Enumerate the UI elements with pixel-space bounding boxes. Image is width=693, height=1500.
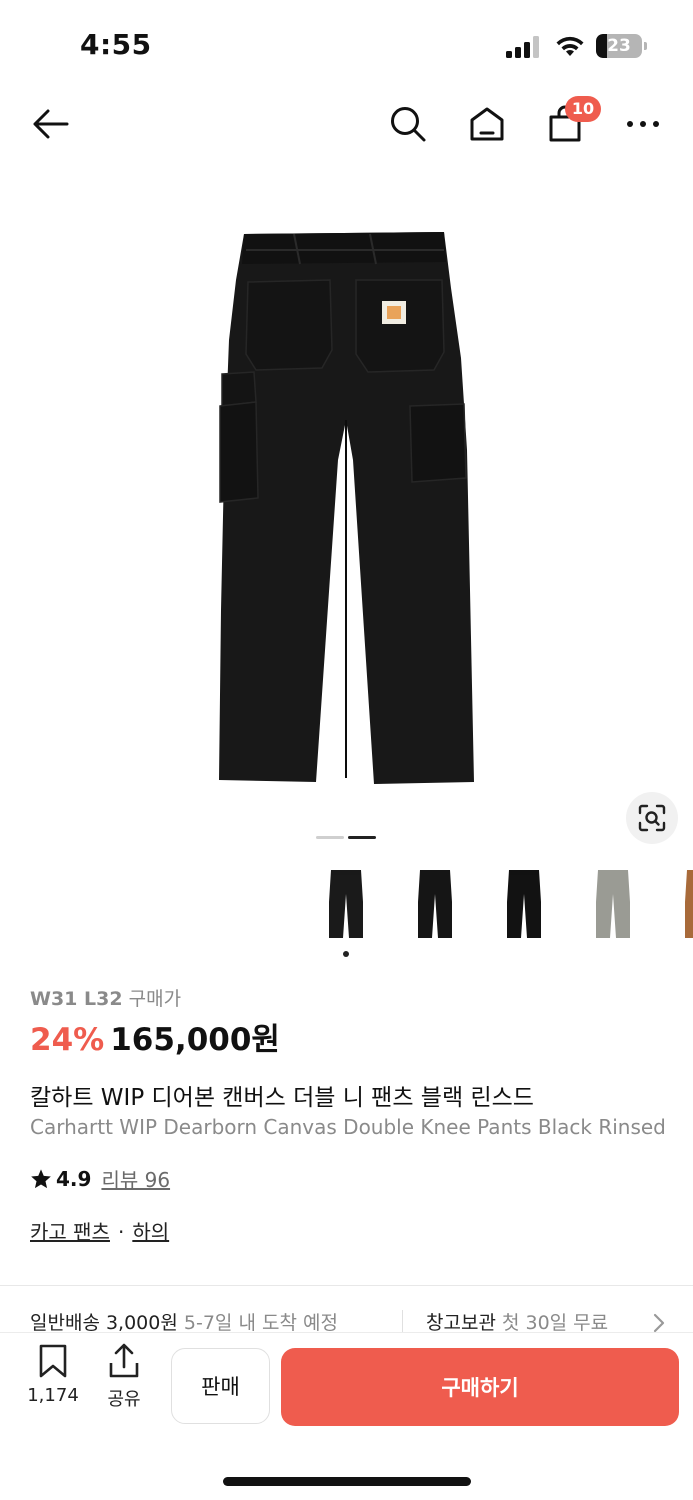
buy-button[interactable]: 구매하기: [281, 1348, 679, 1426]
back-arrow-icon[interactable]: [28, 102, 72, 146]
review-link[interactable]: 리뷰 96: [101, 1164, 170, 1193]
cellular-signal-icon: [506, 36, 539, 58]
size-suffix: 구매가: [128, 988, 182, 1010]
price-row: 24% 165,000원: [30, 1014, 280, 1059]
storage-label: 창고보관: [426, 1312, 496, 1334]
category-link-cargo-pants[interactable]: 카고 팬츠: [30, 1220, 110, 1244]
home-indicator: [223, 1477, 471, 1486]
status-time: 4:55: [80, 28, 152, 61]
selected-thumbnail-dot: [343, 951, 349, 957]
status-bar: 4:55 23: [0, 0, 693, 88]
category-separator: ·: [117, 1220, 125, 1244]
carousel-segment: [348, 836, 376, 839]
section-divider: [0, 1285, 693, 1286]
price-value: 165,000원: [110, 1022, 280, 1058]
product-name-en: Carhartt WIP Dearborn Canvas Double Knee…: [30, 1115, 666, 1139]
cart-count-badge: 10: [565, 96, 601, 122]
wishlist-button[interactable]: 1,174: [23, 1343, 83, 1406]
star-icon: [31, 1168, 51, 1188]
category-link-bottoms[interactable]: 하의: [132, 1220, 169, 1244]
storage-note: 첫 30일 무료: [501, 1312, 609, 1334]
discount-rate: 24%: [30, 1022, 105, 1058]
wifi-icon: [556, 36, 584, 56]
size-price-label: W31 L32 구매가: [30, 984, 181, 1011]
chevron-right-icon: [653, 1313, 665, 1333]
thumbnail-black-pants-back[interactable]: [316, 862, 376, 946]
product-name-ko: 칼하트 WIP 디어본 캔버스 더블 니 팬츠 블랙 린스드: [30, 1085, 534, 1111]
delivery-separator: [402, 1310, 403, 1332]
more-icon[interactable]: [621, 102, 665, 146]
carousel-segment: [316, 836, 344, 839]
lens-icon: [638, 804, 666, 832]
thumbnail-grey-pants[interactable]: [583, 862, 643, 946]
image-search-button[interactable]: [626, 792, 678, 844]
battery-level: 23: [607, 36, 631, 56]
pants-illustration: [219, 232, 474, 784]
thumbnail-black-pants-front[interactable]: [405, 862, 465, 946]
category-breadcrumb: 카고 팬츠 · 하의: [30, 1216, 169, 1245]
rating-row: 4.9 리뷰 96: [30, 1164, 170, 1193]
sell-button[interactable]: 판매: [171, 1348, 270, 1424]
top-nav-bar: 10: [0, 88, 693, 158]
shopping-bag-icon[interactable]: 10: [543, 96, 601, 146]
bottom-action-bar: 1,174 공유 판매 구매하기: [0, 1332, 693, 1500]
share-icon: [109, 1343, 139, 1378]
search-icon[interactable]: [386, 102, 430, 146]
share-button[interactable]: 공유: [94, 1343, 154, 1411]
rating-value: 4.9: [56, 1166, 92, 1191]
thumbnail-brown-pants[interactable]: [672, 862, 693, 946]
share-label: 공유: [107, 1389, 141, 1410]
shipping-eta: 5-7일 내 도착 예정: [183, 1312, 338, 1334]
bookmark-icon: [39, 1344, 67, 1378]
home-icon[interactable]: [465, 102, 509, 146]
battery-indicator: 23: [596, 34, 648, 58]
thumbnail-black-pants-alt[interactable]: [494, 862, 554, 946]
size-value: W31 L32: [30, 988, 123, 1010]
carousel-page-indicator: [316, 836, 378, 840]
product-image[interactable]: [0, 170, 693, 820]
shipping-label: 일반배송 3,000원: [30, 1312, 178, 1334]
wishlist-count: 1,174: [27, 1385, 79, 1406]
